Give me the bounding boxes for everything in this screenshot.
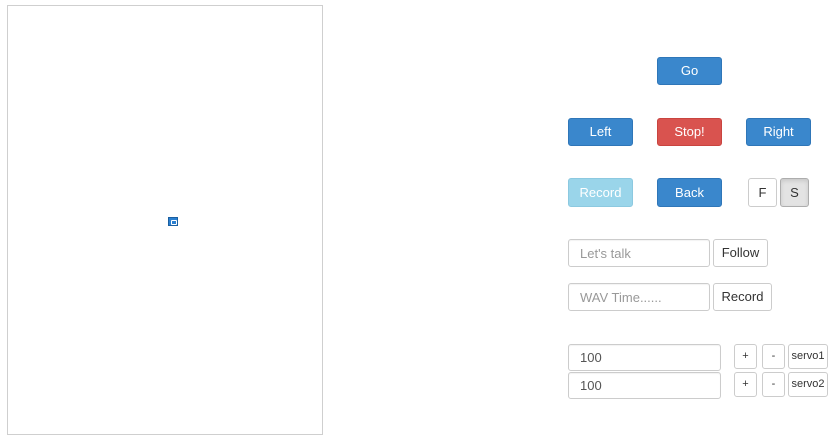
follow-button[interactable]: Follow [713, 239, 768, 267]
fast-button[interactable]: F [748, 178, 777, 207]
stop-button[interactable]: Stop! [657, 118, 722, 146]
go-button[interactable]: Go [657, 57, 722, 85]
talk-input[interactable] [568, 239, 710, 267]
right-button[interactable]: Right [746, 118, 811, 146]
video-panel [7, 5, 323, 435]
servo1-minus-button[interactable]: - [762, 344, 785, 369]
servo2-button[interactable]: servo2 [788, 372, 828, 397]
servo2-value-input[interactable] [568, 372, 721, 399]
servo1-plus-button[interactable]: + [734, 344, 757, 369]
servo1-button[interactable]: servo1 [788, 344, 828, 369]
back-button[interactable]: Back [657, 178, 722, 207]
servo2-plus-button[interactable]: + [734, 372, 757, 397]
left-button[interactable]: Left [568, 118, 633, 146]
servo2-minus-button[interactable]: - [762, 372, 785, 397]
slow-button[interactable]: S [780, 178, 809, 207]
wav-time-input[interactable] [568, 283, 710, 311]
record-button[interactable]: Record [568, 178, 633, 207]
servo1-value-input[interactable] [568, 344, 721, 371]
broken-image-icon [168, 217, 178, 226]
record-wav-button[interactable]: Record [713, 283, 772, 311]
